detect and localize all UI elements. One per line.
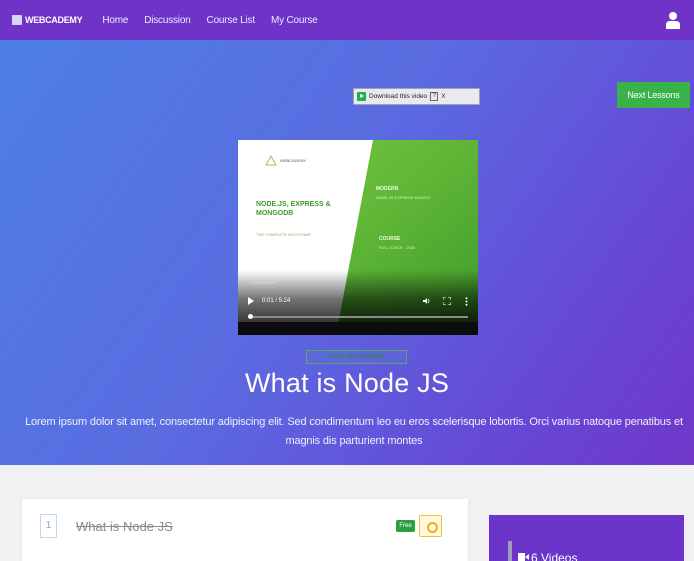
top-navbar: WEBCADEMY Home Discussion Course List My… [0, 0, 694, 40]
lesson-description: Lorem ipsum dolor sit amet, consectetur … [25, 416, 683, 447]
close-icon[interactable]: X [441, 93, 445, 100]
video-channel: WEBCADEMY [250, 280, 277, 285]
video-progress-bar[interactable] [248, 316, 468, 318]
volume-icon[interactable] [423, 297, 431, 305]
nav-link-my-course[interactable]: My Course [271, 15, 318, 26]
nav-link-discussion[interactable]: Discussion [144, 15, 191, 26]
side-accent-bar [508, 541, 512, 561]
video-count: 6 Videos [531, 551, 578, 561]
lesson-number: 1 [40, 514, 57, 538]
fullscreen-icon[interactable] [443, 297, 451, 305]
video-camera-icon [518, 553, 529, 561]
video-bottom-bar [238, 322, 478, 335]
lesson-item-title[interactable]: What is Node JS [76, 519, 173, 534]
video-logo-text: WEBCADEMY [280, 158, 307, 163]
nav-link-home[interactable]: Home [102, 15, 128, 26]
lesson-title: What is Node JS [244, 368, 450, 398]
video-heading-2: COURSE [379, 236, 401, 242]
download-video-label[interactable]: Download this video [369, 93, 427, 100]
brand-name: WEBCADEMY [25, 15, 83, 25]
brand-logo[interactable]: WEBCADEMY [12, 15, 83, 25]
video-progress-knob[interactable] [248, 314, 253, 319]
video-logo-icon [265, 155, 277, 166]
more-options-icon[interactable] [465, 296, 468, 306]
video-title: NODE.JS, EXPRESS & MONGODB [256, 201, 331, 217]
video-subtitle: THE COMPLETE BOOTCAMP [256, 232, 312, 237]
nav-link-course-list[interactable]: Course List [207, 15, 256, 26]
help-icon[interactable]: ? [430, 92, 439, 101]
logo-icon [12, 15, 22, 25]
play-icon [357, 92, 366, 101]
video-controls: 0:01 / 5:24 [238, 290, 478, 312]
video-line-1: NODE JS EXPRESS MONGO [376, 195, 431, 200]
mark-complete-button[interactable]: Mark as complete [306, 350, 407, 364]
lesson-status-icon[interactable] [419, 515, 442, 537]
next-lessons-button[interactable]: Next Lessons [617, 82, 690, 108]
video-line-2: FULL STACK · 2020 [379, 245, 416, 250]
video-heading-1: MODERN [376, 186, 399, 192]
video-player[interactable]: WEBCADEMY NODE.JS, EXPRESS & MONGODB THE… [238, 140, 478, 335]
free-badge: Free [396, 520, 415, 532]
play-button[interactable] [248, 297, 254, 305]
user-icon[interactable] [666, 11, 680, 29]
video-time: 0:01 / 5:24 [262, 298, 291, 304]
download-video-bar[interactable]: Download this video ? X [353, 88, 480, 105]
